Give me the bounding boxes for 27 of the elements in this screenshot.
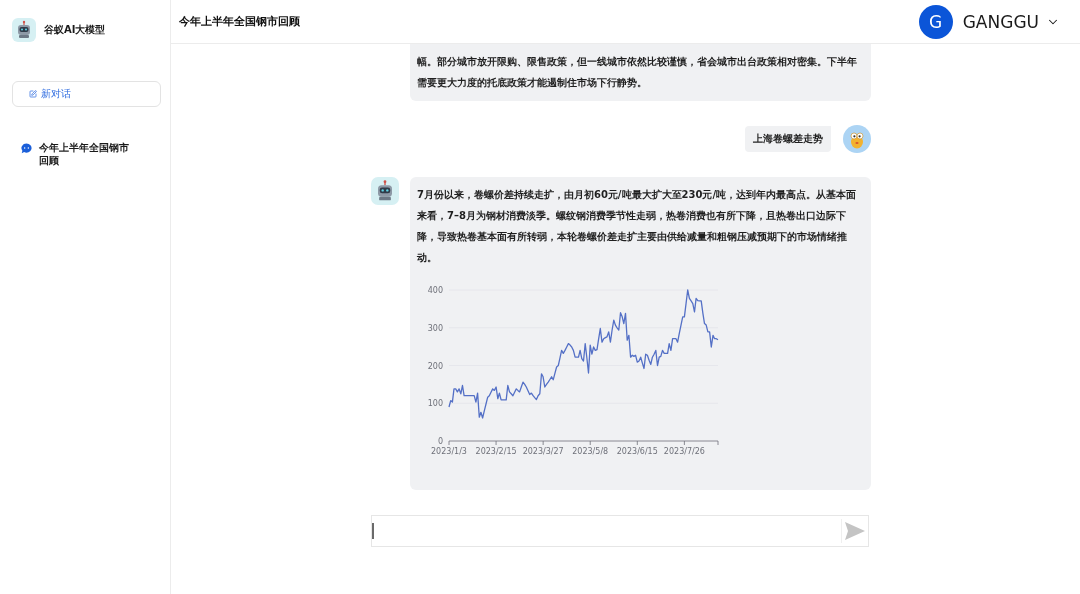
x-axis-label: 2023/6/15	[616, 447, 658, 456]
cartoon-avatar-icon	[843, 125, 871, 153]
x-axis-label: 2023/2/15	[475, 447, 517, 456]
bot-message-text: 幅。部分城市放开限购、限售政策，但一线城市依然比较谨慎，省会城市出台政策相对密集。下半年需要更大力度的托底政策才能遏制住市场下行静势。	[417, 55, 858, 90]
account-menu-button[interactable]: GANGGU	[962, 11, 1060, 32]
conversation-item[interactable]: 今年上半年全国钢市回顾	[12, 141, 132, 167]
robot-avatar-icon	[371, 177, 399, 205]
x-axis-label: 2023/5/8	[572, 447, 609, 456]
y-axis-label: 0	[437, 437, 443, 446]
chat-bubble-icon	[21, 143, 32, 154]
chat-title: 今年上半年全国钢市回顾	[179, 14, 300, 29]
robot-logo-icon	[12, 18, 36, 42]
y-axis-label: 200	[427, 361, 443, 371]
y-axis-label: 300	[427, 323, 443, 333]
app-name: 谷蚁AI大模型	[44, 23, 106, 37]
y-axis-label: 100	[427, 399, 443, 409]
y-axis-label: 400	[427, 286, 443, 295]
x-axis-label: 2023/3/27	[522, 447, 564, 456]
x-axis-label: 2023/1/3	[431, 447, 467, 456]
user-message-bubble: 上海卷螺差走势	[745, 126, 831, 152]
user-avatar: G	[918, 4, 953, 39]
new-chat-button[interactable]: 新对话	[12, 81, 161, 107]
text-cursor	[372, 523, 374, 539]
send-icon	[845, 522, 865, 540]
bot-message-text: 7月份以来，卷螺价差持续走扩，由月初60元/吨最大扩大至230元/吨，达到年内最高点。从基本面来看，7–8月为钢材消费淡季。螺纹钢消费季节性走弱，热卷消费也有所下降，且热卷出口边际下降，导致热卷基本面有所转弱，本轮卷螺价差走扩主要由供给减量和粗钢压减预期下的市场情绪推动。	[417, 188, 858, 265]
edit-icon	[29, 90, 37, 98]
x-axis-label: 2023/7/26	[663, 447, 705, 456]
